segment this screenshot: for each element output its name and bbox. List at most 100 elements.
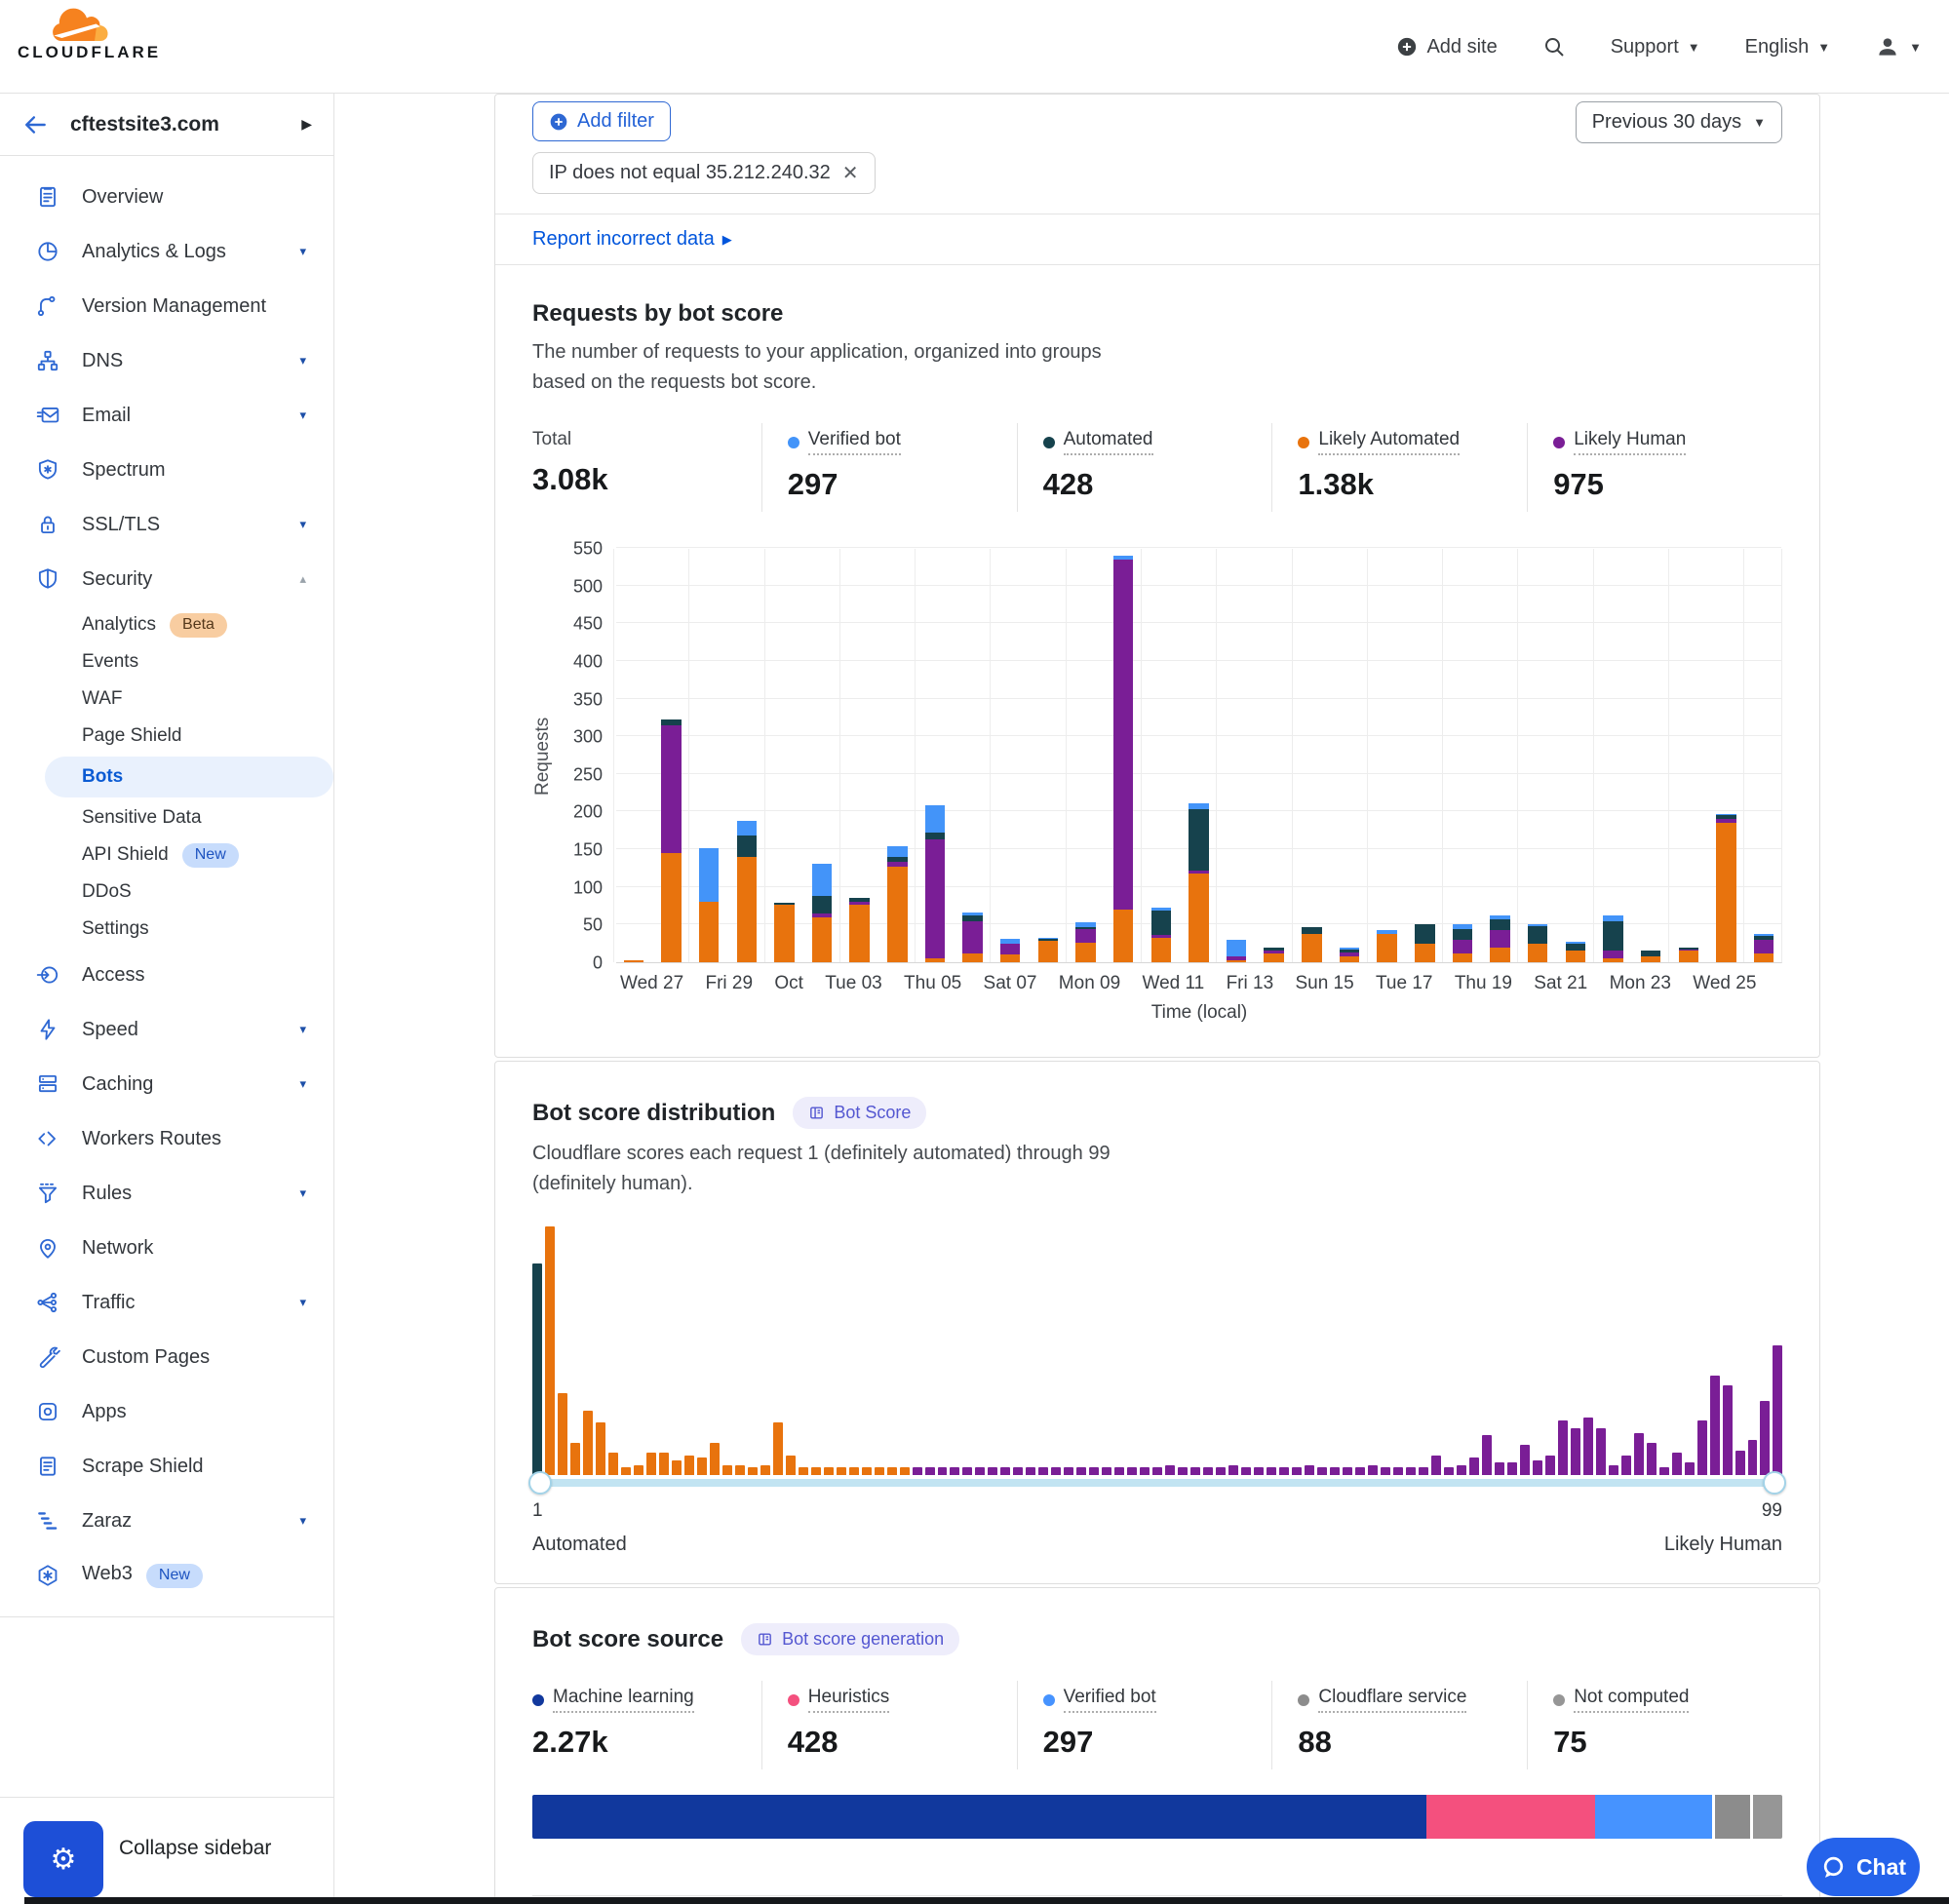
histogram-bar-score-35 (962, 1467, 972, 1475)
bar-slot (1223, 549, 1250, 962)
sidebar-item-security[interactable]: Security▴ (0, 552, 333, 606)
sidebar-item-analytics[interactable]: AnalyticsBeta (0, 606, 333, 643)
chevron-down-icon[interactable]: ▾ (299, 1185, 306, 1201)
chevron-right-icon[interactable]: ▶ (301, 116, 312, 133)
stat-label-text[interactable]: Automated (1064, 429, 1153, 455)
chevron-down-icon[interactable]: ▾ (299, 353, 306, 369)
language-menu[interactable]: English ▼ (1745, 36, 1830, 58)
sidebar-item-version-management[interactable]: Version Management (0, 279, 333, 333)
sidebar-item-ssl-tls[interactable]: SSL/TLS▾ (0, 497, 333, 552)
sidebar-item-ddos[interactable]: DDoS (0, 874, 333, 911)
sidebar-item-bots[interactable]: Bots (45, 757, 333, 797)
security-icon (35, 566, 60, 592)
stat-label-text[interactable]: Cloudflare service (1318, 1687, 1466, 1713)
gridline (616, 547, 1781, 548)
histogram-bar-score-25 (837, 1467, 846, 1475)
stat-label-text[interactable]: Likely Automated (1318, 429, 1460, 455)
sidebar-item-api-shield[interactable]: API ShieldNew (0, 836, 333, 874)
sidebar-item-access[interactable]: Access (0, 948, 333, 1002)
cloudflare-logo[interactable]: CLOUDFLARE (18, 6, 144, 62)
histogram-bar-score-47 (1114, 1467, 1124, 1475)
histogram-bar-score-94 (1710, 1376, 1720, 1475)
sidebar-item-workers-routes[interactable]: Workers Routes (0, 1111, 333, 1166)
stat-label-text[interactable]: Machine learning (553, 1687, 694, 1713)
sidebar-item-waf[interactable]: WAF (0, 680, 333, 718)
histogram-bar-score-59 (1267, 1467, 1276, 1475)
support-menu[interactable]: Support ▼ (1611, 36, 1700, 58)
histogram-bar-score-61 (1292, 1467, 1302, 1475)
chevron-down-icon[interactable]: ▾ (299, 517, 306, 532)
slider-handle-min[interactable] (528, 1471, 552, 1495)
stat-label-text[interactable]: Verified bot (808, 429, 901, 455)
histogram-bar-score-8 (621, 1467, 631, 1475)
source-segment-verified-bot (1595, 1795, 1712, 1839)
section-title: Bot score source (532, 1626, 723, 1653)
x-tick-label: Thu 05 (904, 973, 961, 994)
bar-segment-automated (1453, 929, 1472, 940)
sidebar-item-settings[interactable]: Settings (0, 911, 333, 948)
add-site-button[interactable]: Add site (1396, 36, 1497, 58)
search-icon[interactable] (1542, 35, 1566, 58)
bot-score-generation-docs-badge[interactable]: Bot score generation (741, 1623, 959, 1655)
bar-segment-automated (1566, 944, 1585, 952)
histogram-bar-score-16 (722, 1465, 732, 1475)
bar-slot (921, 549, 949, 962)
stat-label-text[interactable]: Not computed (1574, 1687, 1689, 1713)
histogram-bar-score-18 (748, 1467, 758, 1475)
sidebar-item-scrape-shield[interactable]: Scrape Shield (0, 1439, 333, 1494)
sidebar-item-page-shield[interactable]: Page Shield (0, 718, 333, 755)
gridline (839, 549, 840, 962)
sidebar-item-custom-pages[interactable]: Custom Pages (0, 1330, 333, 1384)
sidebar-item-sensitive-data[interactable]: Sensitive Data (0, 799, 333, 836)
slider-handle-max[interactable] (1763, 1471, 1786, 1495)
automated-label: Automated (532, 1534, 627, 1556)
sidebar-item-email[interactable]: Email▾ (0, 388, 333, 443)
collapse-sidebar-label[interactable]: Collapse sidebar (119, 1837, 271, 1860)
sidebar-item-rules[interactable]: Rules▾ (0, 1166, 333, 1221)
sidebar-item-overview[interactable]: Overview (0, 170, 333, 224)
report-incorrect-data-link[interactable]: Report incorrect data ▶ (532, 228, 732, 251)
histogram-bar-score-89 (1647, 1443, 1657, 1475)
x-tick-label: Oct (774, 973, 803, 994)
chevron-up-icon[interactable]: ▴ (299, 571, 306, 587)
chevron-down-icon[interactable]: ▾ (299, 1295, 306, 1310)
sidebar-item-web3[interactable]: Web3New (0, 1548, 333, 1603)
chevron-down-icon[interactable]: ▾ (299, 244, 306, 259)
sidebar-footer: ⚙ Collapse sidebar (0, 1797, 333, 1904)
sidebar-item-analytics-logs[interactable]: Analytics & Logs▾ (0, 224, 333, 279)
histogram-bar-score-76 (1482, 1435, 1492, 1475)
stat-label-text[interactable]: Likely Human (1574, 429, 1686, 455)
histogram-bar-score-12 (672, 1460, 682, 1475)
bot-score-docs-badge[interactable]: Bot Score (793, 1097, 926, 1129)
chevron-down-icon[interactable]: ▾ (299, 408, 306, 423)
histogram-bar-score-37 (988, 1467, 997, 1475)
close-icon[interactable]: ✕ (842, 164, 859, 183)
date-range-dropdown[interactable]: Previous 30 days ▼ (1576, 101, 1782, 143)
add-filter-button[interactable]: Add filter (532, 101, 671, 141)
bar-segment-likely-human (925, 839, 945, 958)
sidebar-item-network[interactable]: Network (0, 1221, 333, 1275)
stat-label-text[interactable]: Verified bot (1064, 1687, 1156, 1713)
sidebar-item-zaraz[interactable]: Zaraz▾ (0, 1494, 333, 1548)
chat-button[interactable]: Chat (1807, 1838, 1920, 1896)
chevron-down-icon[interactable]: ▾ (299, 1513, 306, 1529)
chevron-down-icon[interactable]: ▾ (299, 1022, 306, 1037)
sidebar-item-spectrum[interactable]: Spectrum (0, 443, 333, 497)
sidebar-item-dns[interactable]: DNS▾ (0, 333, 333, 388)
legend-dot-icon (1043, 1694, 1055, 1706)
stat-label-text[interactable]: Heuristics (808, 1687, 889, 1713)
bar-slot (1637, 549, 1664, 962)
bar-segment-likely-automated (1151, 938, 1171, 963)
sidebar-item-caching[interactable]: Caching▾ (0, 1057, 333, 1111)
sidebar-item-speed[interactable]: Speed▾ (0, 1002, 333, 1057)
bar-segment-likely-automated (887, 867, 907, 962)
back-arrow-icon[interactable] (23, 112, 49, 137)
settings-gear-button[interactable]: ⚙ (23, 1821, 103, 1897)
sidebar-item-apps[interactable]: Apps (0, 1384, 333, 1439)
chevron-down-icon[interactable]: ▾ (299, 1076, 306, 1092)
sidebar-item-traffic[interactable]: Traffic▾ (0, 1275, 333, 1330)
histogram-bar-score-42 (1051, 1467, 1061, 1475)
account-menu[interactable]: ▼ (1875, 34, 1922, 59)
sidebar-item-events[interactable]: Events (0, 643, 333, 680)
histogram-bar-score-33 (938, 1467, 948, 1475)
